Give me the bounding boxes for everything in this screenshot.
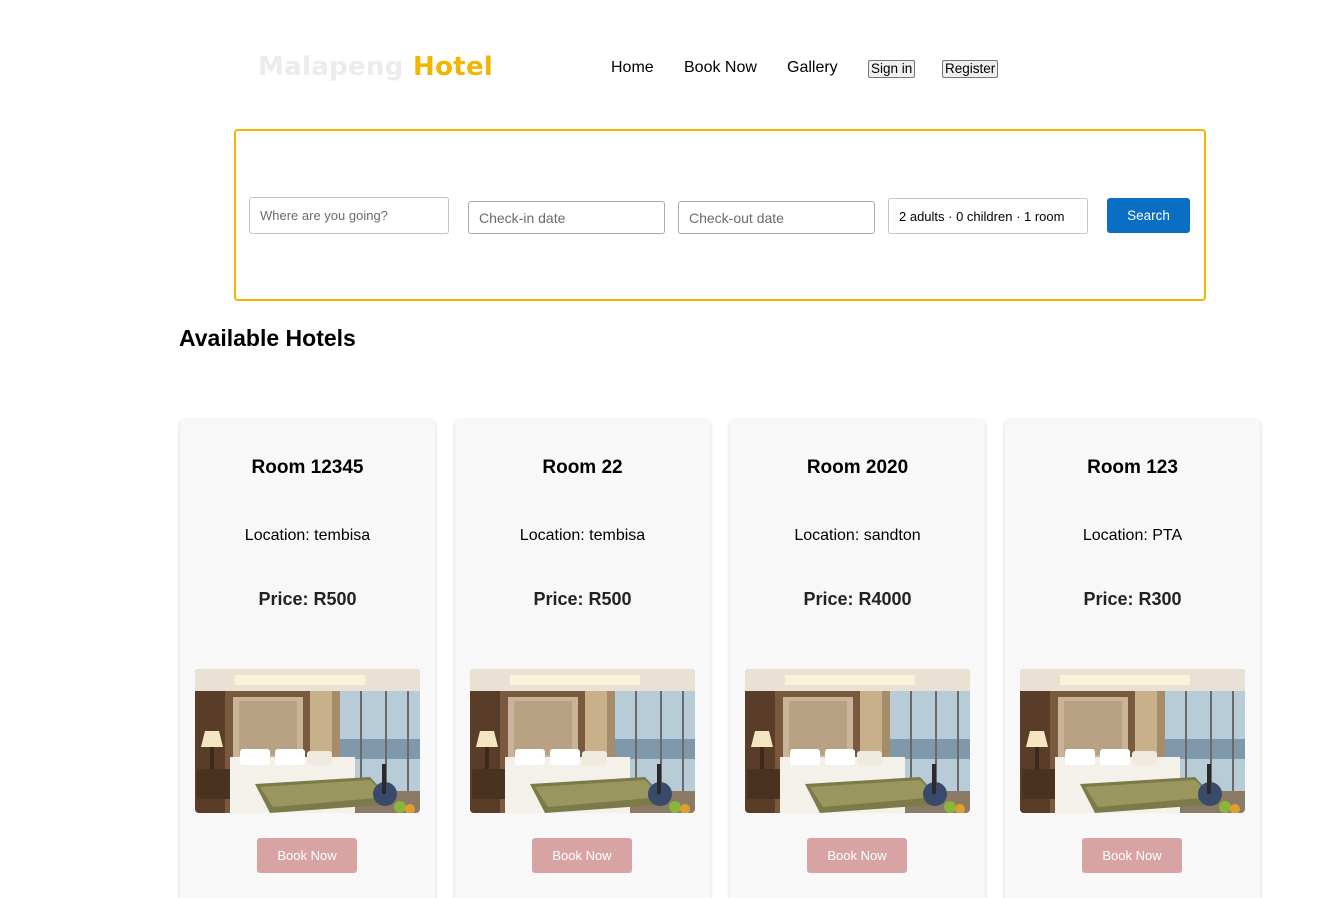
book-now-button[interactable]: Book Now	[1082, 838, 1182, 873]
room-title: Room 22	[542, 457, 623, 478]
sign-in-button[interactable]: Sign in	[868, 60, 916, 78]
room-title: Room 123	[1087, 457, 1178, 478]
search-button[interactable]: Search	[1107, 198, 1190, 233]
nav-book-now-link[interactable]: Book Now	[684, 59, 757, 77]
nav-home-link[interactable]: Home	[611, 59, 654, 77]
room-card: Room 12345 Location: tembisa Price: R500…	[180, 420, 435, 898]
book-now-button[interactable]: Book Now	[532, 838, 632, 873]
room-title: Room 12345	[251, 457, 364, 478]
room-photo	[470, 669, 695, 813]
room-price: Price: R4000	[803, 589, 912, 609]
book-now-button[interactable]: Book Now	[807, 838, 907, 873]
register-button[interactable]: Register	[942, 60, 999, 78]
room-photo	[195, 669, 420, 813]
room-card: Room 22 Location: tembisa Price: R500 Bo…	[455, 420, 710, 898]
room-card: Room 123 Location: PTA Price: R300 Book …	[1005, 420, 1260, 898]
main-nav: Home Book Now Gallery Sign in Register	[0, 59, 1323, 81]
room-location: Location: PTA	[1082, 527, 1183, 544]
room-price: Price: R500	[533, 589, 632, 609]
room-price: Price: R300	[1083, 589, 1182, 609]
nav-gallery-link[interactable]: Gallery	[787, 59, 838, 77]
room-photo	[1020, 669, 1245, 813]
available-hotels-heading: Available Hotels	[179, 325, 356, 351]
room-location: Location: tembisa	[244, 527, 371, 544]
destination-input[interactable]: Where are you going?	[249, 197, 449, 234]
room-photo	[745, 669, 970, 813]
guests-selector[interactable]: 2 adults · 0 children · 1 room	[888, 198, 1088, 234]
room-title: Room 2020	[806, 457, 909, 478]
book-now-button[interactable]: Book Now	[257, 838, 357, 873]
page: Malapeng Hotel Home Book Now Gallery Sig…	[0, 0, 1323, 898]
room-card: Room 2020 Location: sandton Price: R4000…	[730, 420, 985, 898]
room-location: Location: sandton	[794, 527, 921, 544]
room-location: Location: tembisa	[519, 527, 646, 544]
checkin-date-input[interactable]: Check-in date	[468, 201, 665, 234]
room-price: Price: R500	[258, 589, 357, 609]
checkout-date-input[interactable]: Check-out date	[678, 201, 875, 234]
